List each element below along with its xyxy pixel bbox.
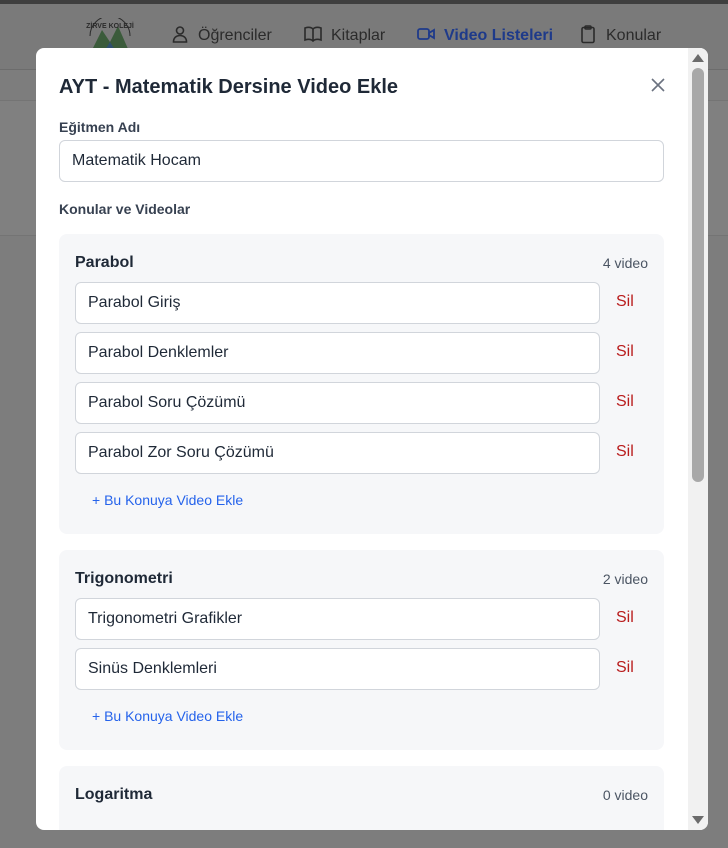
add-video-to-topic-button[interactable]: + Bu Konuya Video Ekle <box>92 492 243 508</box>
topic-card-parabol: Parabol 4 video Parabol Giriş Sil Parabo… <box>59 234 664 534</box>
scroll-down-arrow-icon[interactable] <box>692 816 704 824</box>
video-row: Parabol Giriş Sil <box>75 282 648 324</box>
user-icon <box>170 24 190 49</box>
video-count: 4 video <box>602 255 648 271</box>
scrollbar-thumb[interactable] <box>692 68 704 482</box>
close-icon <box>651 77 665 97</box>
delete-video-button[interactable]: Sil <box>616 393 634 411</box>
video-count: 2 video <box>602 571 648 587</box>
topic-header: Trigonometri 2 video <box>75 570 648 588</box>
instructor-input[interactable]: Matematik Hocam <box>59 140 664 182</box>
video-title-input[interactable]: Parabol Soru Çözümü <box>75 382 600 424</box>
modal-content: AYT - Matematik Dersine Video Ekle Eğitm… <box>36 48 688 830</box>
topics-label: Konular ve Videolar <box>59 201 191 217</box>
instructor-label: Eğitmen Adı <box>59 119 141 135</box>
nav-item-students[interactable]: Öğrenciler <box>170 24 272 48</box>
video-count: 0 video <box>602 787 648 803</box>
video-title-input[interactable]: Parabol Denklemler <box>75 332 600 374</box>
topic-name: Parabol <box>75 254 134 271</box>
video-title-input[interactable]: Trigonometri Grafikler <box>75 598 600 640</box>
video-title-input[interactable]: Sinüs Denklemleri <box>75 648 600 690</box>
video-row: Parabol Zor Soru Çözümü Sil <box>75 432 648 474</box>
video-row: Sinüs Denklemleri Sil <box>75 648 648 690</box>
video-row: Parabol Soru Çözümü Sil <box>75 382 648 424</box>
modal-title: AYT - Matematik Dersine Video Ekle <box>59 76 399 98</box>
nav-item-topics[interactable]: Konular <box>578 24 661 48</box>
topic-header: Logaritma 0 video <box>75 786 648 804</box>
video-row: Trigonometri Grafikler Sil <box>75 598 648 640</box>
topic-header: Parabol 4 video <box>75 254 648 272</box>
topic-card-trigonometri: Trigonometri 2 video Trigonometri Grafik… <box>59 550 664 750</box>
nav-item-label: Öğrenciler <box>198 27 272 44</box>
logo-text: ZİRVE KOLEJİ <box>86 22 134 30</box>
video-title-input[interactable]: Parabol Giriş <box>75 282 600 324</box>
book-icon <box>303 24 323 49</box>
close-button[interactable] <box>648 77 668 97</box>
delete-video-button[interactable]: Sil <box>616 609 634 627</box>
add-video-to-topic-button[interactable]: + Bu Konuya Video Ekle <box>92 708 243 724</box>
topic-name: Trigonometri <box>75 570 173 587</box>
delete-video-button[interactable]: Sil <box>616 659 634 677</box>
nav-item-books[interactable]: Kitaplar <box>303 24 385 48</box>
clipboard-icon <box>578 24 598 49</box>
topic-card-logaritma: Logaritma 0 video <box>59 766 664 830</box>
delete-video-button[interactable]: Sil <box>616 293 634 311</box>
delete-video-button[interactable]: Sil <box>616 443 634 461</box>
add-video-modal: AYT - Matematik Dersine Video Ekle Eğitm… <box>36 48 708 830</box>
video-row: Parabol Denklemler Sil <box>75 332 648 374</box>
topic-name: Logaritma <box>75 786 153 803</box>
video-title-input[interactable]: Parabol Zor Soru Çözümü <box>75 432 600 474</box>
nav-item-label: Kitaplar <box>331 27 386 44</box>
nav-item-video-lists[interactable]: Video Listeleri <box>416 24 553 48</box>
modal-scrollbar[interactable] <box>688 48 708 830</box>
video-icon <box>416 24 436 49</box>
nav-item-label: Video Listeleri <box>444 27 554 44</box>
scroll-up-arrow-icon[interactable] <box>692 54 704 62</box>
delete-video-button[interactable]: Sil <box>616 343 634 361</box>
nav-item-label: Konular <box>606 27 662 44</box>
